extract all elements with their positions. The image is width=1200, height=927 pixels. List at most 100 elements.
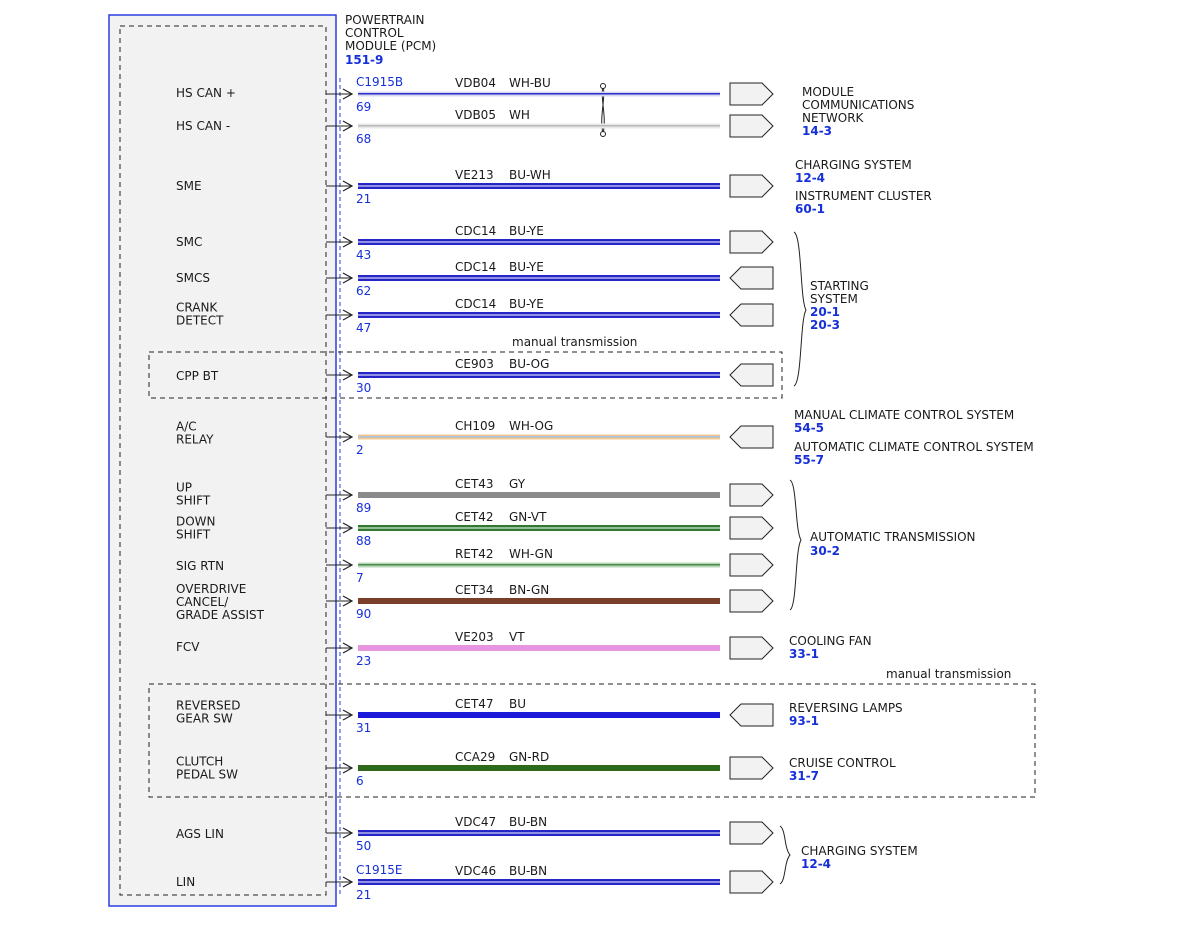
wire-color-code: BU — [509, 697, 526, 711]
twisted-pair-end-bottom — [600, 131, 606, 137]
pin-number: 7 — [356, 571, 364, 585]
circuit-id: CCA29 — [455, 750, 495, 764]
destination-name: REVERSING LAMPS — [789, 701, 903, 715]
pin-label: UP — [176, 481, 192, 495]
pin-label: A/C — [176, 420, 197, 434]
terminal-connector — [729, 82, 774, 106]
pin-number: 69 — [356, 100, 371, 114]
pin-label: SHIFT — [176, 528, 211, 542]
twisted-pair-end-top — [600, 83, 606, 89]
destination-ref: 93-1 — [789, 714, 819, 728]
circuit-id: VDB05 — [455, 108, 496, 122]
destination-automatic-transmission: AUTOMATIC TRANSMISSION 30-2 — [810, 530, 976, 558]
circuit-id: CH109 — [455, 419, 495, 433]
brace-charging-system-lin — [779, 825, 791, 885]
wire-color-code: GN-RD — [509, 750, 549, 764]
connector-bottom-id: C1915E — [356, 863, 403, 877]
circuit-id: CDC14 — [455, 260, 496, 274]
wire-stripe — [358, 185, 720, 187]
pin-label: SHIFT — [176, 494, 211, 508]
destination-automatic-climate: AUTOMATIC CLIMATE CONTROL SYSTEM 55-7 — [794, 440, 1034, 467]
circuit-id: VDC47 — [455, 815, 496, 829]
pin-number: 21 — [356, 192, 371, 206]
wire-stripe — [358, 881, 720, 883]
destination-ref: 30-2 — [810, 544, 840, 558]
terminal-connector — [729, 589, 774, 613]
pin-number: 23 — [356, 654, 371, 668]
destination-name: MANUAL CLIMATE CONTROL SYSTEM — [794, 408, 1014, 422]
circuit-id: CE903 — [455, 357, 494, 371]
wire-stripe — [358, 241, 720, 243]
terminal-connector — [729, 114, 774, 138]
pin-number: 90 — [356, 607, 371, 621]
destination-charging-system: CHARGING SYSTEM 12-4 — [795, 158, 912, 185]
pin-label: HS CAN - — [176, 119, 230, 133]
terminal-connector — [729, 303, 774, 327]
destination-module-network: MODULE COMMUNICATIONS NETWORK 14-3 — [802, 85, 914, 138]
wire-color-code: WH-GN — [509, 547, 553, 561]
wire-stripe — [358, 277, 720, 279]
wire-color-code: BU-BN — [509, 815, 547, 829]
pin-number: 62 — [356, 284, 371, 298]
pin-number: 6 — [356, 774, 364, 788]
pin-label: AGS LIN — [176, 827, 224, 841]
pin-label: GRADE ASSIST — [176, 608, 265, 622]
wire-color-code: VT — [509, 630, 525, 644]
circuit-id: CDC14 — [455, 297, 496, 311]
module-ref: 151-9 — [345, 53, 383, 67]
pin-number: 31 — [356, 721, 371, 735]
destination-name: CHARGING SYSTEM — [795, 158, 912, 172]
pin-label: CRANK — [176, 301, 218, 315]
destination-name: STARTING — [810, 279, 869, 293]
wire-stripe — [358, 374, 720, 376]
circuit-id: VDC46 — [455, 864, 496, 878]
wiring-diagram: POWERTRAIN CONTROL MODULE (PCM) 151-9 C1… — [108, 13, 1036, 907]
wire-color-code: BU-WH — [509, 168, 551, 182]
pin-label: HS CAN + — [176, 86, 236, 100]
destination-name: COMMUNICATIONS — [802, 98, 914, 112]
wire-color-code: BU-YE — [509, 224, 544, 238]
destination-ref: 60-1 — [795, 202, 825, 216]
destination-ref: 20-3 — [810, 318, 840, 332]
destination-ref: 55-7 — [794, 453, 824, 467]
pin-number: 21 — [356, 888, 371, 902]
pin-label: RELAY — [176, 433, 214, 447]
wire-stripe — [358, 832, 720, 834]
pin-number: 68 — [356, 132, 371, 146]
destination-name: CRUISE CONTROL — [789, 756, 896, 770]
destination-manual-climate: MANUAL CLIMATE CONTROL SYSTEM 54-5 — [794, 408, 1014, 435]
pin-label: LIN — [176, 875, 195, 889]
destination-ref: 54-5 — [794, 421, 824, 435]
circuit-id: VDB04 — [455, 76, 496, 90]
wire-color-code: GY — [509, 477, 526, 491]
pin-label: DOWN — [176, 515, 216, 529]
terminal-connector — [729, 266, 774, 290]
wire — [358, 645, 720, 651]
pin-label: PEDAL SW — [176, 768, 238, 782]
destination-ref: 12-4 — [795, 171, 825, 185]
circuit-id: CDC14 — [455, 224, 496, 238]
wire-color-code: GN-VT — [509, 510, 547, 524]
circuit-id: RET42 — [455, 547, 494, 561]
destination-ref: 14-3 — [802, 124, 832, 138]
pin-number: 89 — [356, 501, 371, 515]
terminal-connector — [729, 553, 774, 577]
pin-label: OVERDRIVE — [176, 582, 246, 596]
wire-color-code: BU-OG — [509, 357, 549, 371]
destination-name: NETWORK — [802, 111, 865, 125]
pin-label: SIG RTN — [176, 559, 224, 573]
wire — [358, 598, 720, 604]
circuit-id: VE213 — [455, 168, 494, 182]
terminal-connector — [729, 636, 774, 660]
connector-top-id: C1915B — [356, 75, 403, 89]
wire-stripe — [358, 527, 720, 529]
terminal-connector — [729, 230, 774, 254]
pin-number: 88 — [356, 534, 371, 548]
pin-number: 30 — [356, 381, 371, 395]
wire-color-code: BN-GN — [509, 583, 549, 597]
destination-reversing-lamps: REVERSING LAMPS 93-1 — [789, 701, 903, 728]
destination-name: SYSTEM — [810, 292, 858, 306]
pin-number: 2 — [356, 443, 364, 457]
circuit-id: VE203 — [455, 630, 494, 644]
wire-color-code: BU-YE — [509, 260, 544, 274]
